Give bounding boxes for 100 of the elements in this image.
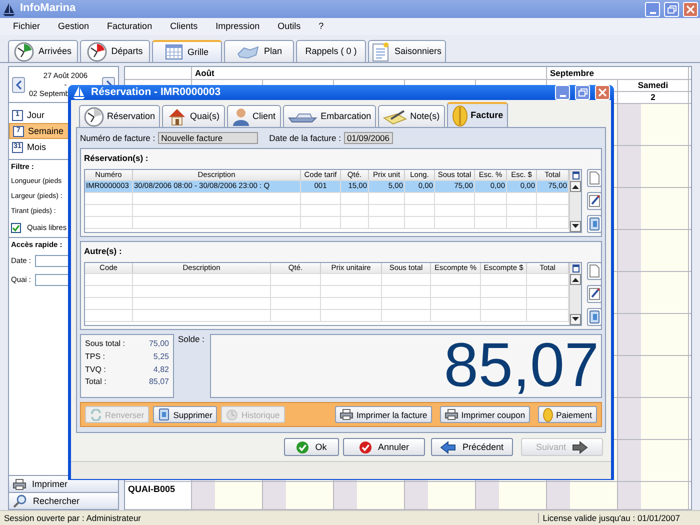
restore-icon [577, 87, 588, 98]
person-icon [232, 106, 250, 126]
pencil-icon [383, 108, 408, 124]
clock-icon [87, 42, 108, 62]
calendar-cell[interactable] [618, 272, 689, 313]
calendar-cell[interactable] [618, 482, 689, 509]
total-label: Sous total : [85, 339, 126, 349]
calendar-cell[interactable] [547, 482, 618, 509]
clock-icon [14, 42, 34, 62]
document-icon [588, 287, 601, 302]
calendar-cell[interactable] [476, 482, 547, 509]
house-icon [167, 106, 188, 126]
down-arrow-icon [572, 224, 579, 230]
calendar-cell[interactable] [618, 188, 689, 229]
search-icon [13, 494, 27, 508]
view-label: Jour [27, 110, 45, 120]
clock-icon [226, 408, 238, 421]
total-value: 75,00 [148, 339, 169, 349]
menu-item[interactable]: Clients [161, 21, 207, 32]
calendar-cell[interactable] [405, 482, 476, 509]
check-icon [358, 440, 372, 454]
calendar-cell[interactable] [334, 482, 405, 509]
minimize-button[interactable] [555, 85, 570, 100]
month-header: Août [195, 68, 214, 78]
action-button[interactable]: Imprimer la facture [335, 406, 432, 424]
calendar-cell[interactable] [618, 146, 689, 187]
dialog-button[interactable]: Précédent [431, 438, 513, 456]
restore-button[interactable] [575, 85, 590, 100]
scrollbar[interactable] [569, 263, 581, 326]
clock-icon [84, 106, 104, 126]
calendar-cell[interactable] [618, 230, 689, 271]
total-value: 85,07 [148, 377, 169, 387]
dialog-button[interactable]: Annuler [343, 438, 425, 456]
month-header: Septembre [550, 68, 594, 78]
status-text: License valide jusqu'au : 01/01/2007 [538, 512, 700, 524]
minimize-icon [650, 12, 656, 14]
tab[interactable]: Quai(s) [162, 105, 225, 127]
action-button[interactable]: Imprimer coupon [440, 406, 530, 424]
restore-button[interactable] [664, 2, 679, 16]
menu-item[interactable]: Facturation [98, 21, 162, 32]
tab[interactable]: Saisonniers [368, 40, 446, 62]
menu-item[interactable]: Impression [206, 21, 269, 32]
cycle-arrows-icon [90, 408, 102, 421]
menu-item[interactable]: Outils [268, 21, 310, 32]
calendar-cell[interactable] [618, 104, 689, 145]
tab[interactable]: Rappels ( 0 ) [296, 40, 366, 62]
delete-button[interactable] [587, 215, 602, 234]
tab[interactable]: Embarcation [282, 105, 376, 127]
minimize-icon [560, 95, 566, 97]
tab[interactable]: Réservation [79, 105, 160, 127]
printer-icon [340, 409, 354, 420]
window-title: InfoMarina [20, 2, 76, 16]
section-title: Réservation(s) : [84, 153, 148, 164]
coin-icon [452, 104, 468, 126]
calendar-cell[interactable] [263, 482, 334, 509]
action-button[interactable]: Supprimer [153, 406, 218, 424]
invoice-date-field: 01/09/2006 [344, 132, 392, 144]
dialog-button[interactable]: Ok [284, 438, 339, 456]
action-button[interactable]: Paiement [538, 406, 597, 424]
menu-item[interactable]: ? [310, 21, 333, 32]
restore-icon [666, 4, 677, 14]
menu-item[interactable]: Fichier [4, 21, 50, 32]
invoice-number-field: Nouvelle facture [158, 132, 258, 144]
sailboat-icon [72, 85, 86, 100]
tab[interactable]: Facture [446, 102, 508, 127]
grid-icon [165, 44, 184, 60]
edit-button[interactable] [587, 192, 602, 210]
map-icon [236, 44, 260, 60]
printer-icon [445, 409, 458, 420]
menu-item[interactable]: Gestion [49, 21, 98, 32]
tab[interactable]: Client [226, 105, 281, 127]
tab[interactable]: Grille [152, 40, 222, 62]
close-button[interactable] [595, 85, 610, 100]
edit-button[interactable] [587, 285, 602, 304]
delete-button[interactable] [587, 308, 602, 326]
new-button[interactable] [587, 262, 602, 280]
total-value: 4,82 [153, 364, 169, 374]
tab[interactable]: Plan [224, 40, 294, 62]
calendar-cell[interactable] [618, 314, 689, 355]
close-button[interactable] [683, 2, 698, 16]
close-icon [685, 4, 696, 14]
section-title: Autre(s) : [84, 246, 122, 256]
calendar-cell[interactable] [618, 398, 689, 439]
up-arrow-icon [572, 277, 579, 282]
sidebar-button[interactable]: Rechercher [9, 492, 118, 509]
field-label: Date de la facture : [269, 132, 341, 144]
printer-icon [13, 478, 26, 490]
minimize-button[interactable] [645, 2, 660, 16]
view-label: Mois [27, 142, 46, 152]
scrollbar[interactable] [569, 170, 581, 232]
previous-button[interactable] [12, 76, 25, 92]
calendar-cell[interactable] [618, 356, 689, 397]
new-button[interactable] [587, 169, 602, 188]
tab[interactable]: Note(s) [378, 105, 445, 127]
checkbox[interactable] [11, 222, 21, 232]
calendar-cell[interactable] [192, 482, 263, 509]
tab[interactable]: Arrivées [8, 40, 78, 62]
calendar-cell[interactable] [618, 440, 689, 481]
check-icon [12, 224, 20, 232]
tab[interactable]: Départs [80, 40, 150, 62]
